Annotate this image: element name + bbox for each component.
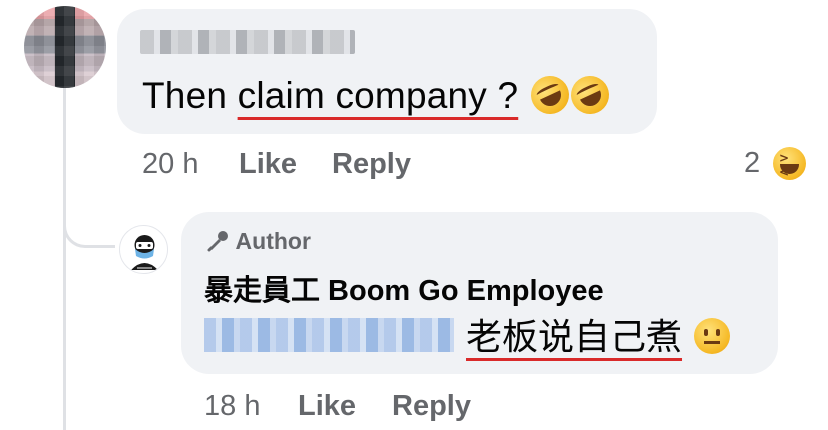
reply-timestamp[interactable]: 18 h [204,389,260,423]
author-badge: Author [206,228,311,255]
author-avatar[interactable] [119,225,168,274]
commenter-avatar[interactable] [24,6,106,88]
reply-author-name[interactable]: 暴走員工 Boom Go Employee [204,267,604,309]
mention-tag-blurred[interactable] [204,318,454,352]
microphone-icon [207,231,228,252]
comment-reply-label: Reply [332,148,411,180]
laughing-reaction-icon[interactable] [773,147,806,180]
commenter-name-blurred[interactable] [140,30,355,54]
reply-text: 老板说自己煮 [466,316,731,358]
comment-text: Then claim company ? [142,69,615,121]
reply-like-button[interactable]: Like [298,389,356,423]
reply-reply-label: Reply [392,390,471,422]
author-badge-label: Author [235,228,311,254]
neutral-face-emoji-icon [694,318,731,354]
thread-connector [63,200,115,248]
comment-text-underlined: claim company ? [237,75,519,116]
comment-timestamp[interactable]: 20 h [142,147,198,181]
reply-text-underlined: 老板说自己煮 [466,316,683,357]
comment-like-label: Like [239,148,298,180]
rolling-laughing-emoji-icon [564,69,615,121]
reaction-count[interactable]: 2 [744,147,760,180]
comment-reply-button[interactable]: Reply [332,147,411,181]
comment-text-prefix: Then [142,75,238,116]
rolling-laughing-emoji-icon [524,69,575,121]
reply-like-label: Like [298,390,357,422]
author-avatar-icon [131,235,158,270]
thread-line [63,88,66,430]
reply-reply-button[interactable]: Reply [392,389,471,423]
comment-like-button[interactable]: Like [239,147,297,181]
